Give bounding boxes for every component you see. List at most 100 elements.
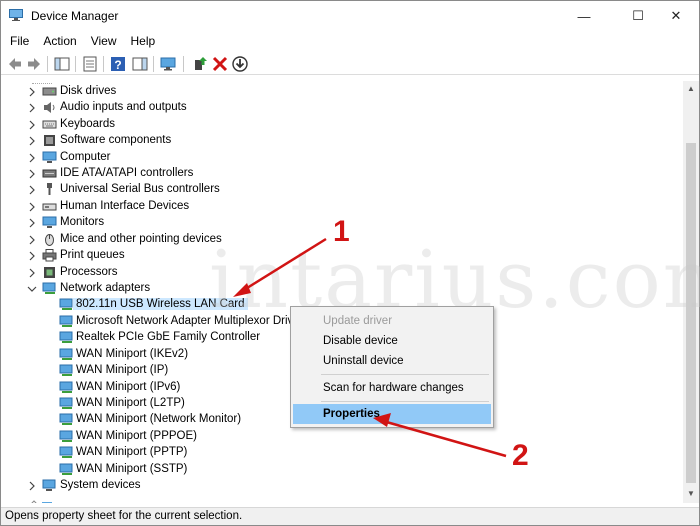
monitor-icon: [42, 216, 57, 228]
help-icon[interactable]: ?: [109, 55, 127, 73]
download-arrow-icon[interactable]: [231, 55, 249, 73]
device-manager-app-icon: [9, 9, 23, 21]
processor-icon: [44, 267, 55, 278]
scroll-up-arrow-icon[interactable]: ▲: [687, 84, 695, 93]
back-arrow-icon[interactable]: [6, 55, 24, 73]
tree-item-disk-drives[interactable]: Disk drives: [2, 84, 682, 100]
menu-help[interactable]: Help: [126, 32, 161, 52]
toolbar-separator: [153, 56, 154, 72]
menu-disable-device[interactable]: Disable device: [293, 331, 491, 351]
action-pane-icon[interactable]: [131, 55, 149, 73]
menu-action[interactable]: Action: [38, 32, 81, 52]
expand-chevron-icon[interactable]: [27, 185, 37, 195]
tree-child-wan-sstp[interactable]: WAN Miniport (SSTP): [2, 462, 682, 478]
scrollbar-thumb[interactable]: [686, 143, 696, 483]
tree-item-audio[interactable]: Audio inputs and outputs: [2, 100, 682, 116]
hid-icon: [42, 203, 57, 211]
tree-item-system-devices[interactable]: System devices: [2, 478, 682, 494]
mouse-icon: [45, 234, 54, 246]
menu-separator: [321, 401, 489, 402]
tree-partial-next-item: [30, 495, 60, 503]
menu-view[interactable]: View: [86, 32, 122, 52]
network-adapter-icon: [42, 282, 56, 294]
show-hide-console-tree-icon[interactable]: [53, 55, 71, 73]
device-tree[interactable]: Disk drives Audio inputs and outputs Key…: [2, 81, 683, 503]
tree-item-label: IDE ATA/ATAPI controllers: [60, 167, 194, 179]
menu-separator: [321, 374, 489, 375]
tree-item-label: Software components: [60, 134, 172, 146]
title-bar[interactable]: Device Manager — ☐ ✕: [1, 1, 699, 31]
expand-chevron-icon[interactable]: [27, 268, 37, 278]
vertical-scrollbar[interactable]: ▲ ▼: [683, 81, 699, 503]
collapse-chevron-icon[interactable]: [27, 284, 37, 294]
forward-arrow-icon[interactable]: [25, 55, 43, 73]
close-button[interactable]: ✕: [653, 1, 699, 31]
network-adapter-icon: [59, 463, 73, 475]
speaker-icon: [44, 102, 55, 113]
expand-chevron-icon[interactable]: [27, 120, 37, 130]
tree-item-label: Human Interface Devices: [60, 200, 190, 212]
network-adapter-icon: [59, 298, 73, 310]
menu-bar: File Action View Help: [1, 32, 699, 52]
menu-properties[interactable]: Properties: [293, 404, 491, 424]
tree-item-label: Audio inputs and outputs: [60, 101, 187, 113]
tree-item-usb-controllers[interactable]: Universal Serial Bus controllers: [2, 182, 682, 198]
tree-item-label: Print queues: [60, 249, 125, 261]
annotation-number-1: 1: [333, 215, 350, 248]
software-component-icon: [44, 135, 55, 146]
tree-item-software-components[interactable]: Software components: [2, 133, 682, 149]
tree-item-label: Mice and other pointing devices: [60, 233, 222, 245]
network-adapter-icon: [59, 315, 73, 327]
keyboard-icon: [42, 120, 57, 129]
expand-chevron-icon[interactable]: [27, 169, 37, 179]
tree-item-computer[interactable]: Computer: [2, 150, 682, 166]
expand-chevron-icon[interactable]: [27, 136, 37, 146]
tree-item-label: Computer: [60, 151, 111, 163]
tree-child-label: WAN Miniport (PPTP): [76, 446, 188, 458]
tree-child-wan-pptp[interactable]: WAN Miniport (PPTP): [2, 445, 682, 461]
expand-chevron-icon[interactable]: [27, 202, 37, 212]
menu-scan-hardware[interactable]: Scan for hardware changes: [293, 378, 491, 398]
tree-item-network-adapters[interactable]: Network adapters: [2, 281, 682, 297]
expand-chevron-icon[interactable]: [27, 153, 37, 163]
expand-chevron-icon[interactable]: [27, 87, 37, 97]
tree-item-label: Processors: [60, 266, 118, 278]
network-adapter-icon: [59, 446, 73, 458]
tree-item-print-queues[interactable]: Print queues: [2, 248, 682, 264]
usb-icon: [47, 183, 52, 195]
tree-item-hid[interactable]: Human Interface Devices: [2, 199, 682, 215]
expand-chevron-icon[interactable]: [27, 235, 37, 245]
tree-child-wan-pppoe[interactable]: WAN Miniport (PPPOE): [2, 429, 682, 445]
tree-child-label: WAN Miniport (IP): [76, 364, 169, 376]
network-adapter-icon: [59, 348, 73, 360]
tree-child-label: WAN Miniport (IKEv2): [76, 348, 189, 360]
monitor-icon[interactable]: [159, 55, 177, 73]
network-adapter-icon: [59, 331, 73, 343]
context-menu: Update driver Disable device Uninstall d…: [290, 306, 494, 428]
toolbar-separator: [183, 56, 184, 72]
toolbar-separator: [75, 56, 76, 72]
menu-file[interactable]: File: [5, 32, 34, 52]
expand-chevron-icon[interactable]: [27, 218, 37, 228]
tree-child-label: WAN Miniport (L2TP): [76, 397, 185, 409]
toolbar: ?: [1, 53, 699, 75]
printer-icon: [42, 249, 57, 262]
tree-item-processors[interactable]: Processors: [2, 265, 682, 281]
network-adapter-icon: [59, 364, 73, 376]
expand-chevron-icon[interactable]: [27, 251, 37, 261]
expand-chevron-icon[interactable]: [27, 103, 37, 113]
expand-chevron-icon[interactable]: [27, 481, 37, 491]
menu-update-driver[interactable]: Update driver: [293, 311, 491, 331]
properties-page-icon[interactable]: [81, 55, 99, 73]
tree-item-keyboards[interactable]: Keyboards: [2, 117, 682, 133]
status-bar: Opens property sheet for the current sel…: [1, 507, 699, 525]
update-driver-icon[interactable]: [191, 55, 209, 73]
menu-uninstall-device[interactable]: Uninstall device: [293, 351, 491, 371]
tree-item-ide-controllers[interactable]: IDE ATA/ATAPI controllers: [2, 166, 682, 182]
tree-child-label: 802.11n USB Wireless LAN Card: [73, 298, 248, 310]
minimize-button[interactable]: —: [561, 1, 607, 31]
toolbar-separator: [103, 56, 104, 72]
scroll-down-arrow-icon[interactable]: ▼: [687, 489, 695, 498]
tree-child-label: WAN Miniport (PPPOE): [76, 430, 197, 442]
uninstall-x-icon[interactable]: [211, 55, 229, 73]
